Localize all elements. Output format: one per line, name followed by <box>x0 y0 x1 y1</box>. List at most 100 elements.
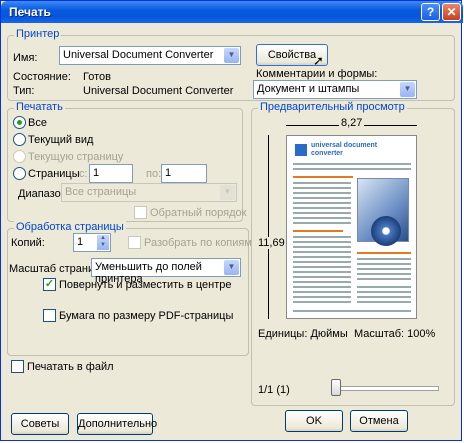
text-line <box>293 276 351 278</box>
text-line <box>357 263 411 265</box>
autorotate-label: Повернуть и разместить в центре <box>59 279 232 291</box>
printer-name-select[interactable]: Universal Document Converter ▼ <box>59 46 241 65</box>
udc-logo <box>295 144 307 156</box>
width-label: 8,27 <box>339 117 365 129</box>
copies-stepper[interactable]: 1 ▲ ▼ <box>73 233 111 252</box>
text-line <box>293 241 351 243</box>
text-line <box>357 278 411 280</box>
height-label: 11,69 <box>258 237 285 249</box>
text-line <box>293 261 351 263</box>
radio-current-view[interactable] <box>13 133 26 146</box>
text-line <box>293 187 351 189</box>
text-line <box>293 207 351 209</box>
from-value: 1 <box>93 167 100 179</box>
text-line <box>357 301 411 303</box>
copies-label: Копий: <box>11 237 45 249</box>
print-to-file-checkbox[interactable] <box>11 360 24 373</box>
from-label: с: <box>79 168 88 180</box>
chevron-down-icon: ▼ <box>400 82 415 97</box>
preview-legend: Предварительный просмотр <box>258 101 407 113</box>
ok-button[interactable]: OK <box>285 410 343 432</box>
page-preview: universal document converter <box>286 135 417 319</box>
pdf-size-label: Бумага по размеру PDF-страницы <box>59 310 234 322</box>
autorotate-checkbox[interactable]: ✓ <box>43 278 56 291</box>
printer-legend: Принтер <box>14 28 62 40</box>
spin-arrows-icon[interactable]: ▲ ▼ <box>97 235 109 250</box>
text-line <box>293 168 411 170</box>
reverse-checkbox[interactable] <box>134 206 147 219</box>
status-value: Готов <box>83 71 111 83</box>
text-line <box>357 296 411 298</box>
cursor-icon: ➚ <box>313 53 324 68</box>
to-label: по: <box>146 168 162 180</box>
advanced-button-label: Дополнительно <box>78 418 158 430</box>
close-icon[interactable]: ✕ <box>442 3 461 21</box>
chevron-down-icon: ▼ <box>224 260 239 275</box>
tips-button-label: Советы <box>20 418 60 430</box>
radio-all[interactable] <box>13 116 26 129</box>
cancel-button[interactable]: Отмена <box>350 410 408 432</box>
page-slider-track[interactable] <box>331 386 439 391</box>
text-line <box>293 236 351 238</box>
radio-all-label: Все <box>28 117 47 129</box>
text-line <box>293 286 351 288</box>
text-line <box>293 310 411 312</box>
page-counter: 1/1 (1) <box>258 384 290 396</box>
text-line <box>293 281 351 283</box>
to-input[interactable]: 1 <box>161 164 207 183</box>
text-line <box>293 266 351 268</box>
comments-label: Комментарии и формы: <box>256 68 378 80</box>
radio-current-page-label: Текущую страницу <box>28 151 124 163</box>
text-line <box>293 217 351 219</box>
radio-pages[interactable] <box>13 167 26 180</box>
radio-current-page[interactable] <box>13 150 26 163</box>
text-line <box>293 202 351 204</box>
text-line <box>293 163 411 165</box>
text-line <box>293 256 351 258</box>
text-line <box>357 291 411 293</box>
type-label: Тип: <box>13 85 35 97</box>
reverse-label: Обратный порядок <box>150 207 247 219</box>
text-line <box>293 212 351 214</box>
help-icon[interactable]: ? <box>421 3 440 21</box>
product-disc-image <box>371 216 401 246</box>
zoom-label: Масштаб: 100% <box>354 328 436 340</box>
height-dimension-line <box>268 135 269 319</box>
units-label: Единицы: Дюймы <box>258 328 348 340</box>
text-line <box>293 182 351 184</box>
scaling-select[interactable]: Уменьшить до полей принтера ▼ <box>91 258 241 285</box>
ok-button-label: OK <box>306 415 322 427</box>
text-line <box>293 296 351 298</box>
subset-select[interactable]: Все страницы ▼ <box>61 183 237 202</box>
from-input[interactable]: 1 <box>89 164 133 183</box>
text-line <box>293 246 351 248</box>
text-line <box>293 251 351 253</box>
print-to-file-label: Печатать в файл <box>27 361 114 373</box>
collate-checkbox[interactable] <box>128 236 141 249</box>
page-slider-thumb[interactable] <box>331 379 341 396</box>
printer-name-label: Имя: <box>13 52 38 64</box>
chevron-down-icon: ▼ <box>224 48 239 63</box>
print-range-legend: Печатать <box>14 101 65 113</box>
type-value: Universal Document Converter <box>83 85 234 97</box>
text-line <box>357 286 411 288</box>
text-line <box>293 222 351 224</box>
comments-select[interactable]: Документ и штампы ▼ <box>253 80 417 99</box>
pdf-size-checkbox[interactable] <box>43 309 56 322</box>
to-value: 1 <box>165 167 172 179</box>
heading-line <box>293 230 343 232</box>
printer-name-value: Universal Document Converter <box>63 49 214 61</box>
advanced-button[interactable]: Дополнительно <box>77 413 157 435</box>
properties-button-label: Свойства <box>267 49 317 61</box>
text-line <box>293 301 351 303</box>
text-line <box>357 273 411 275</box>
heading-line <box>357 252 411 254</box>
subset-value: Все страницы <box>65 186 137 198</box>
tips-button[interactable]: Советы <box>11 413 69 435</box>
text-line <box>293 197 351 199</box>
text-line <box>293 271 351 273</box>
text-line <box>357 268 411 270</box>
comments-value: Документ и штампы <box>257 83 360 95</box>
text-line <box>293 291 351 293</box>
chevron-down-icon: ▼ <box>220 185 235 200</box>
